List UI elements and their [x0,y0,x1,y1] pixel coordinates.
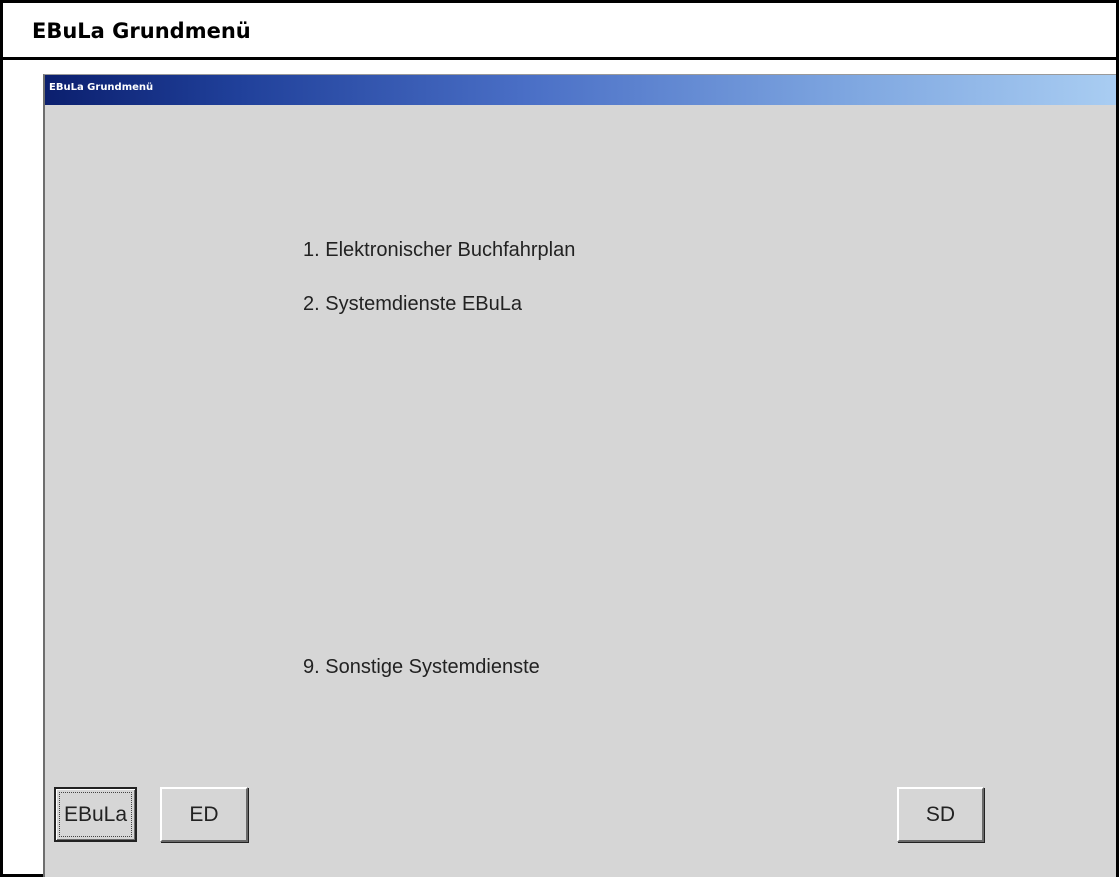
ebula-window: EBuLa Grundmenü 1. Elektronischer Buchfa… [43,74,1116,877]
menu-item-elektronischer-buchfahrplan[interactable]: 1. Elektronischer Buchfahrplan [303,239,575,262]
ebula-button[interactable]: EBuLa [54,787,137,842]
ed-button[interactable]: ED [160,787,248,842]
menu-item-systemdienste-ebula[interactable]: 2. Systemdienste EBuLa [303,293,522,316]
window-title: EBuLa Grundmenü [49,82,154,93]
sd-button[interactable]: SD [897,787,984,842]
menu-item-sonstige-systemdienste[interactable]: 9. Sonstige Systemdienste [303,656,540,679]
window-titlebar: EBuLa Grundmenü [45,75,1116,105]
page-title: EBuLa Grundmenü [3,3,1116,60]
